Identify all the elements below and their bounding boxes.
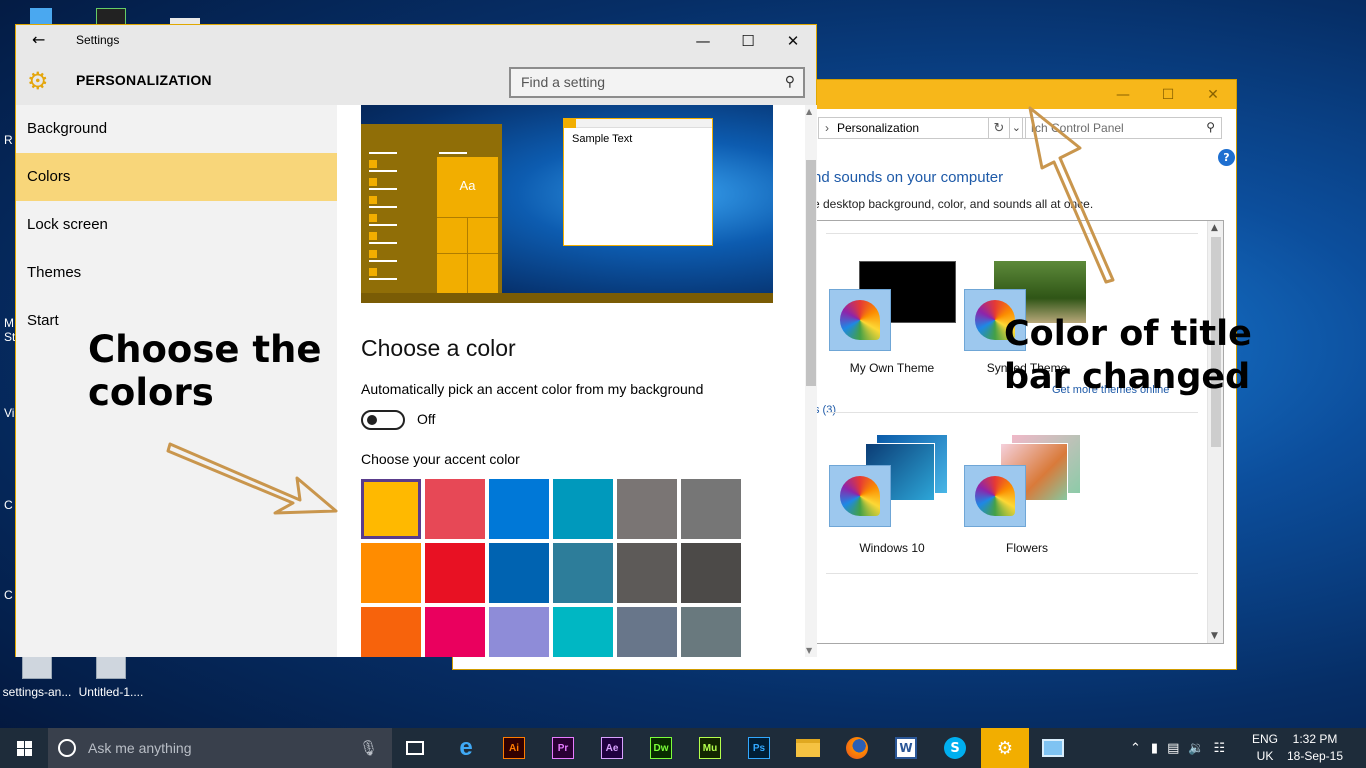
clock-date: 18-Sep-15	[1286, 749, 1344, 763]
chevron-up-icon[interactable]: ⌃	[1130, 741, 1141, 756]
arrow-to-swatches	[166, 442, 338, 515]
word-icon: W	[895, 737, 917, 759]
annotation-line: Color of title	[1004, 314, 1252, 354]
annotation-choose-colors: Choose the colors	[88, 328, 321, 414]
cortana-placeholder: Ask me anything	[88, 740, 192, 756]
edge-icon: e	[459, 734, 473, 761]
cortana-icon	[58, 739, 76, 757]
photoshop-button[interactable]: Ps	[739, 733, 779, 763]
system-tray: ⌃ ▮ ▤ 🔉 ☷	[1130, 728, 1225, 768]
task-view-button[interactable]	[395, 733, 435, 763]
premiere-button[interactable]: Pr	[543, 733, 583, 763]
annotation-line: bar changed	[1004, 357, 1251, 397]
input-language[interactable]: ENG UK	[1250, 731, 1280, 765]
muse-button[interactable]: Mu	[690, 733, 730, 763]
dreamweaver-icon: Dw	[650, 737, 672, 759]
battery-icon[interactable]: ▮	[1151, 741, 1158, 756]
word-button[interactable]: W	[886, 733, 926, 763]
language-code: ENG	[1251, 732, 1278, 746]
illustrator-button[interactable]: Ai	[494, 733, 534, 763]
cortana-search-box[interactable]: Ask me anything 🎙	[48, 728, 392, 768]
microphone-icon[interactable]: 🎙	[359, 739, 378, 757]
annotation-line: Choose the	[88, 328, 322, 371]
control-panel-icon	[1042, 739, 1064, 757]
task-view-icon	[406, 741, 424, 755]
after-effects-icon: Ae	[601, 737, 623, 759]
annotation-line: colors	[88, 371, 214, 414]
network-icon[interactable]: ▤	[1167, 741, 1179, 756]
edge-button[interactable]: e	[446, 733, 486, 763]
settings-taskbar-button[interactable]: ⚙	[981, 728, 1029, 768]
annotation-title-bar-changed: Color of title bar changed	[1004, 313, 1252, 399]
clock[interactable]: 1:32 PM 18-Sep-15	[1282, 731, 1348, 765]
language-region: UK	[1256, 749, 1274, 763]
gear-icon: ⚙	[996, 737, 1014, 759]
file-explorer-button[interactable]	[788, 733, 828, 763]
illustrator-icon: Ai	[503, 737, 525, 759]
firefox-icon	[846, 737, 868, 759]
muse-icon: Mu	[699, 737, 721, 759]
start-button[interactable]	[0, 728, 48, 768]
skype-button[interactable]: S	[935, 733, 975, 763]
firefox-button[interactable]	[837, 733, 877, 763]
windows-logo-icon	[16, 740, 32, 756]
action-center-icon[interactable]: ☷	[1214, 741, 1226, 756]
premiere-icon: Pr	[552, 737, 574, 759]
skype-icon: S	[944, 737, 966, 759]
volume-icon[interactable]: 🔉	[1188, 741, 1204, 756]
photoshop-icon: Ps	[748, 737, 770, 759]
file-explorer-icon	[796, 739, 820, 757]
control-panel-taskbar-button[interactable]	[1033, 733, 1073, 763]
after-effects-button[interactable]: Ae	[592, 733, 632, 763]
arrow-to-title-bar	[1028, 106, 1115, 284]
taskbar: Ask me anything 🎙 e Ai Pr Ae Dw Mu Ps W …	[0, 728, 1366, 768]
clock-time: 1:32 PM	[1292, 732, 1338, 746]
dreamweaver-button[interactable]: Dw	[641, 733, 681, 763]
